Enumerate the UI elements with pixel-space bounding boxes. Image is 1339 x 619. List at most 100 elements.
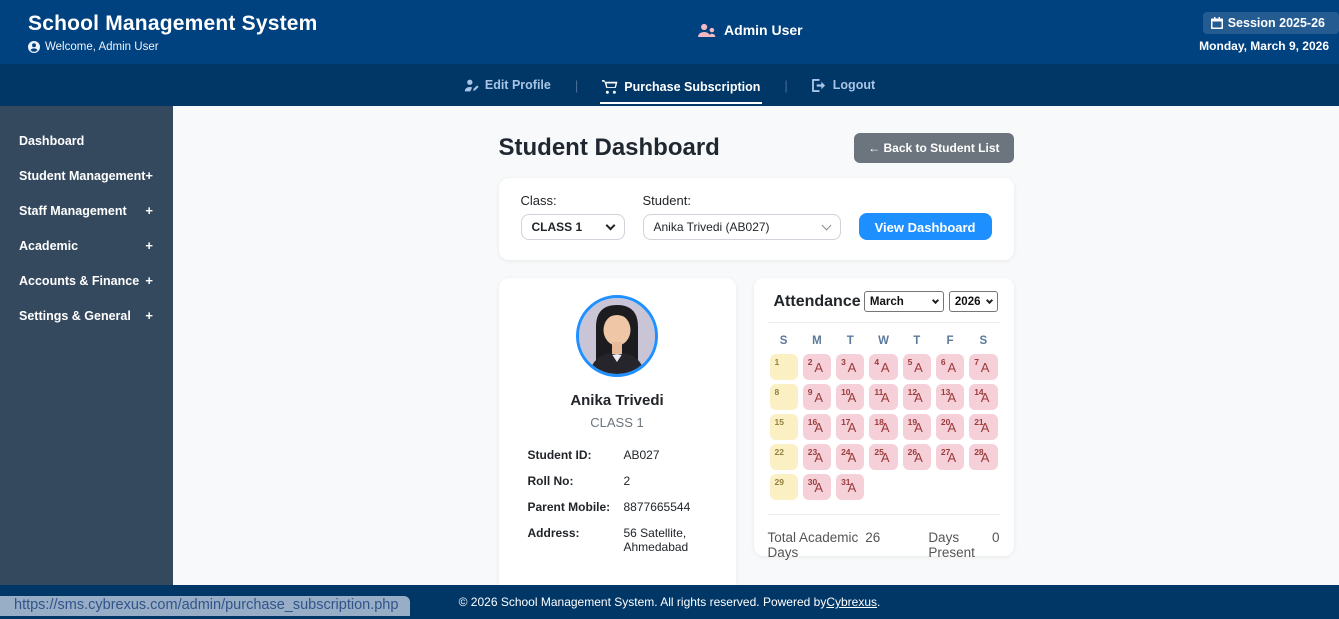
calendar-day-cell[interactable]: 29 — [770, 474, 798, 500]
calendar-day-cell[interactable]: 3A — [836, 354, 864, 380]
users-icon — [697, 23, 716, 38]
sidebar-item-student-management[interactable]: Student Management+ — [0, 158, 173, 193]
chevron-down-icon — [821, 220, 831, 230]
attendance-title: Attendance — [774, 293, 861, 311]
calendar-day-cell[interactable]: 25A — [869, 444, 897, 470]
year-select[interactable]: 2026 — [949, 291, 998, 312]
header-right: Session 2025-26 Monday, March 9, 2026 — [1199, 12, 1331, 53]
calendar-day-cell[interactable]: 19A — [903, 414, 931, 440]
brand-block: School Management System Welcome, Admin … — [28, 12, 318, 53]
absent-mark: A — [881, 450, 890, 465]
absent-mark: A — [848, 360, 857, 375]
logout-icon — [812, 79, 827, 92]
calendar-day-cell[interactable]: 9A — [803, 384, 831, 410]
calendar-day-cell[interactable]: 21A — [969, 414, 997, 440]
detail-label: Address: — [528, 526, 624, 554]
calendar-day-cell[interactable]: 1 — [770, 354, 798, 380]
detail-label: Student ID: — [528, 448, 624, 462]
calendar-day-cell[interactable]: 31A — [836, 474, 864, 500]
current-date: Monday, March 9, 2026 — [1199, 39, 1331, 53]
nav-item-label: Purchase Subscription — [624, 80, 760, 94]
absent-mark: A — [814, 420, 823, 435]
sidebar-item-dashboard[interactable]: Dashboard — [0, 124, 173, 158]
calendar-day-cell[interactable]: 27A — [936, 444, 964, 470]
student-name: Anika Trivedi — [499, 392, 736, 409]
sidebar-item-accounts-finance[interactable]: Accounts & Finance+ — [0, 263, 173, 298]
sidebar-item-label: Staff Management — [19, 204, 127, 218]
student-class: CLASS 1 — [499, 415, 736, 430]
student-filter-card: Class: CLASS 1 Student: Anika Trivedi (A… — [499, 178, 1014, 260]
page-title: Student Dashboard — [499, 134, 720, 162]
footer-period: . — [877, 595, 880, 609]
calendar-day-cell[interactable]: 5A — [903, 354, 931, 380]
calendar-day-cell[interactable]: 14A — [969, 384, 997, 410]
calendar-day-number: 5 — [908, 357, 913, 367]
browser-status-url: https://sms.cybrexus.com/admin/purchase_… — [0, 596, 410, 616]
user-edit-icon — [464, 79, 479, 92]
view-dashboard-button[interactable]: View Dashboard — [859, 213, 992, 240]
sidebar-item-academic[interactable]: Academic+ — [0, 228, 173, 263]
calendar-day-cell[interactable]: 24A — [836, 444, 864, 470]
current-user-name: Admin User — [724, 22, 803, 38]
calendar-day-cell[interactable]: 20A — [936, 414, 964, 440]
calendar-day-cell[interactable]: 8 — [770, 384, 798, 410]
calendar-day-cell[interactable]: 26A — [903, 444, 931, 470]
calendar-day-number: 7 — [974, 357, 979, 367]
footer-cybrexus-link[interactable]: Cybrexus — [826, 595, 877, 609]
absent-mark: A — [848, 390, 857, 405]
calendar-day-number: 4 — [874, 357, 879, 367]
absent-mark: A — [947, 360, 956, 375]
calendar-day-cell[interactable]: 17A — [836, 414, 864, 440]
sidebar-item-settings-general[interactable]: Settings & General+ — [0, 298, 173, 333]
account-menubar: Edit Profile|Purchase Subscription|Logou… — [0, 64, 1339, 106]
calendar-day-cell[interactable]: 7A — [969, 354, 997, 380]
calendar-day-cell[interactable]: 16A — [803, 414, 831, 440]
class-select-value: CLASS 1 — [532, 220, 583, 234]
nav-item-purchase-subscription[interactable]: Purchase Subscription — [600, 76, 762, 104]
welcome-label: Welcome, Admin User — [45, 41, 159, 53]
calendar-day-cell[interactable]: 18A — [869, 414, 897, 440]
absent-mark: A — [881, 390, 890, 405]
calendar-day-cell[interactable]: 22 — [770, 444, 798, 470]
calendar-day-cell[interactable]: 6A — [936, 354, 964, 380]
nav-item-edit-profile[interactable]: Edit Profile — [462, 74, 553, 96]
user-circle-icon — [28, 41, 40, 53]
calendar-day-number: 3 — [841, 357, 846, 367]
nav-item-logout[interactable]: Logout — [810, 74, 877, 96]
expand-plus-icon: + — [145, 238, 153, 253]
student-profile-card: Anika Trivedi CLASS 1 Student ID:AB027Ro… — [499, 278, 736, 585]
main-content: Student Dashboard ← Back to Student List… — [173, 106, 1339, 585]
calendar-day-number: 9 — [808, 387, 813, 397]
calendar-day-number: 15 — [775, 417, 784, 427]
sidebar-item-label: Dashboard — [19, 134, 84, 148]
month-select[interactable]: March — [864, 291, 944, 312]
calendar-day-cell[interactable]: 28A — [969, 444, 997, 470]
absent-mark: A — [814, 360, 823, 375]
student-select[interactable]: Anika Trivedi (AB027) — [643, 214, 841, 240]
back-to-student-list-button[interactable]: ← Back to Student List — [854, 133, 1013, 163]
summary-label: Days Present — [928, 530, 992, 560]
calendar-day-cell[interactable]: 12A — [903, 384, 931, 410]
calendar-day-cell[interactable]: 11A — [869, 384, 897, 410]
session-badge[interactable]: Session 2025-26 — [1203, 12, 1339, 34]
year-select-value: 2026 — [955, 296, 981, 308]
absent-mark: A — [848, 450, 857, 465]
absent-mark: A — [981, 360, 990, 375]
calendar-day-cell[interactable]: 30A — [803, 474, 831, 500]
calendar-day-cell[interactable]: 4A — [869, 354, 897, 380]
calendar-day-cell[interactable]: 15 — [770, 414, 798, 440]
calendar-day-cell[interactable]: 23A — [803, 444, 831, 470]
calendar-day-cell[interactable]: 10A — [836, 384, 864, 410]
absent-mark: A — [881, 360, 890, 375]
sidebar-item-staff-management[interactable]: Staff Management+ — [0, 193, 173, 228]
absent-mark: A — [947, 390, 956, 405]
calendar-day-header: S — [969, 335, 997, 350]
class-select[interactable]: CLASS 1 — [521, 214, 625, 240]
calendar-day-cell[interactable]: 2A — [803, 354, 831, 380]
cart-icon — [602, 80, 618, 94]
calendar-day-number: 8 — [775, 387, 780, 397]
calendar-day-cell[interactable]: 13A — [936, 384, 964, 410]
calendar-day-number: 1 — [775, 357, 780, 367]
student-detail-row: Address:56 Satellite, Ahmedabad — [528, 526, 736, 554]
chevron-down-icon — [605, 220, 615, 230]
